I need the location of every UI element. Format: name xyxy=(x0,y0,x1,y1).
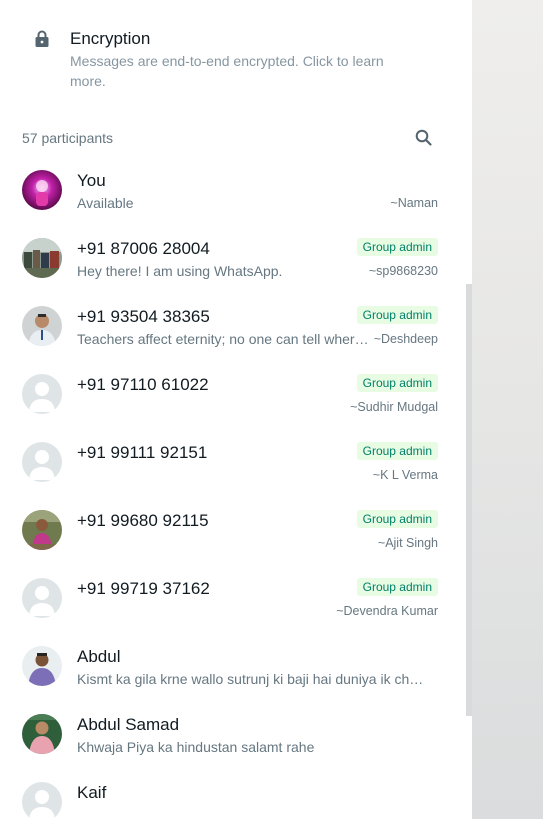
search-icon[interactable] xyxy=(414,128,434,148)
participant-name: +91 99719 37162 xyxy=(77,579,210,598)
participants-list: You Available ~Naman +91 87006 28004 Hey… xyxy=(0,158,466,819)
avatar xyxy=(22,510,62,550)
participant-pushname: ~Ajit Singh xyxy=(377,536,438,550)
default-avatar-icon xyxy=(22,442,62,482)
group-admin-badge: Group admin xyxy=(356,578,438,596)
participant-status: Hey there! I am using WhatsApp. xyxy=(77,263,283,279)
group-admin-badge: Group admin xyxy=(356,238,438,256)
participant-row[interactable]: +91 93504 38365 Teachers affect eternity… xyxy=(0,294,466,362)
group-admin-badge: Group admin xyxy=(356,442,438,460)
participant-row[interactable]: You Available ~Naman xyxy=(0,158,466,226)
lock-icon xyxy=(35,30,49,47)
participants-count: 57 participants xyxy=(22,130,114,146)
group-admin-badge: Group admin xyxy=(356,510,438,528)
app-root: Encryption Messages are end-to-end encry… xyxy=(0,0,543,819)
participants-header: 57 participants xyxy=(0,124,466,154)
participant-pushname: ~sp9868230 xyxy=(368,264,438,278)
participant-row[interactable]: Abdul Kismt ka gila krne wallo sutrunj k… xyxy=(0,634,466,702)
participant-name: You xyxy=(77,171,106,190)
group-admin-badge: Group admin xyxy=(356,306,438,324)
participant-name: +91 87006 28004 xyxy=(77,239,210,258)
chat-backdrop xyxy=(472,0,543,819)
avatar xyxy=(22,238,62,278)
participant-row[interactable]: +91 87006 28004 Hey there! I am using Wh… xyxy=(0,226,466,294)
default-avatar-icon xyxy=(22,578,62,618)
participant-pushname: ~Deshdeep xyxy=(373,332,438,346)
group-info-panel: Encryption Messages are end-to-end encry… xyxy=(0,0,466,819)
avatar xyxy=(22,714,62,754)
encryption-description: Messages are end-to-end encrypted. Click… xyxy=(70,53,384,89)
participant-name: Abdul Samad xyxy=(77,715,180,734)
participant-pushname: ~Sudhir Mudgal xyxy=(350,400,438,414)
participant-status: Available xyxy=(77,195,134,211)
default-avatar-icon xyxy=(22,374,62,414)
participant-pushname: ~K L Verma xyxy=(372,468,438,482)
participant-name: +91 93504 38365 xyxy=(77,307,210,326)
participant-status: Kismt ka gila krne wallo sutrunj ki baji… xyxy=(77,671,429,687)
participant-name: +91 99680 92115 xyxy=(77,511,209,530)
encryption-section[interactable]: Encryption Messages are end-to-end encry… xyxy=(0,20,466,100)
avatar xyxy=(22,306,62,346)
avatar xyxy=(22,646,62,686)
default-avatar-icon xyxy=(22,782,62,819)
group-admin-badge: Group admin xyxy=(356,374,438,392)
participant-status: Khwaja Piya ka hindustan salamt rahe xyxy=(77,739,315,755)
participant-row[interactable]: +91 99719 37162 Group admin ~Devendra Ku… xyxy=(0,566,466,634)
participant-row[interactable]: Abdul Samad Khwaja Piya ka hindustan sal… xyxy=(0,702,466,770)
participant-status: Teachers affect eternity; no one can tel… xyxy=(77,331,373,347)
participant-pushname: ~Naman xyxy=(390,196,438,210)
participant-name: +91 97110 61022 xyxy=(77,375,209,394)
participant-row[interactable]: Kaif xyxy=(0,770,466,819)
participant-pushname: ~Devendra Kumar xyxy=(336,604,438,618)
participant-name: +91 99111 92151 xyxy=(77,443,208,462)
avatar xyxy=(22,170,62,210)
participant-row[interactable]: +91 99111 92151 Group admin ~K L Verma xyxy=(0,430,466,498)
encryption-title: Encryption xyxy=(70,29,151,48)
participant-name: Kaif xyxy=(77,783,107,802)
participant-name: Abdul xyxy=(77,647,121,666)
participant-row[interactable]: +91 97110 61022 Group admin ~Sudhir Mudg… xyxy=(0,362,466,430)
participant-row[interactable]: +91 99680 92115 Group admin ~Ajit Singh xyxy=(0,498,466,566)
